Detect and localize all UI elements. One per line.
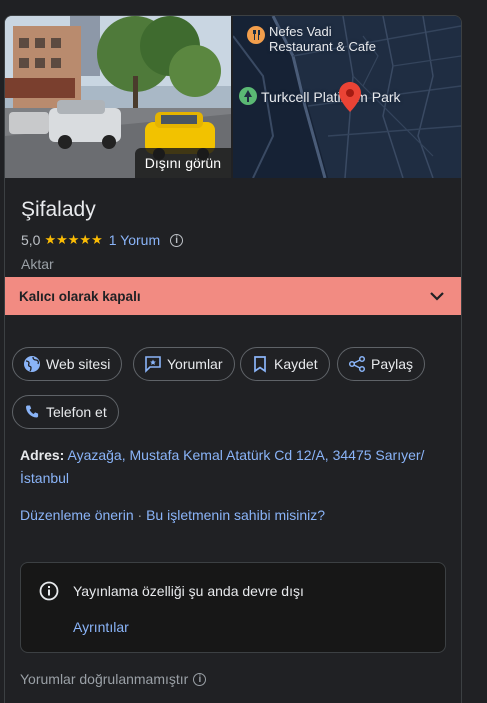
- rating-value: 5,0: [21, 232, 41, 248]
- reviews-link[interactable]: 1 Yorum: [109, 232, 160, 248]
- info-icon[interactable]: i: [170, 233, 184, 247]
- bookmark-icon: [254, 356, 266, 373]
- place-name: Şifalady: [21, 198, 96, 221]
- share-label: Paylaş: [371, 356, 414, 372]
- save-button[interactable]: Kaydet: [240, 347, 330, 381]
- call-label: Telefon et: [46, 404, 107, 420]
- edit-links-row: Düzenleme önerin · Bu işletmenin sahibi …: [20, 507, 325, 523]
- view-outside-button[interactable]: Dışını görün: [134, 148, 231, 178]
- website-button[interactable]: Web sitesi: [12, 347, 123, 381]
- posting-disabled-notice: Yayınlama özelliği şu anda devre dışı Ay…: [20, 562, 446, 653]
- address-link[interactable]: Ayazağa, Mustafa Kemal Atatürk Cd 12/A, …: [20, 447, 424, 486]
- reviews-unverified-note: Yorumlar doğrulanmamıştır i: [20, 671, 207, 687]
- media-strip: Dışını görün Nefes Vadi Restaurant & Caf…: [5, 16, 461, 178]
- address-row: Adres: Ayazağa, Mustafa Kemal Atatürk Cd…: [20, 444, 440, 490]
- restaurant-icon: [247, 26, 265, 44]
- review-icon: [145, 356, 161, 373]
- phone-icon: [26, 405, 39, 418]
- info-icon[interactable]: i: [193, 672, 207, 686]
- suggest-edit-link[interactable]: Düzenleme önerin: [20, 507, 134, 523]
- map-pin-icon: [339, 82, 361, 112]
- save-label: Kaydet: [274, 356, 318, 372]
- star-rating-icon: ★★★★★: [44, 232, 103, 247]
- closed-status-label: Kalıcı olarak kapalı: [19, 288, 141, 304]
- footnote-text: Yorumlar doğrulanmamıştır: [20, 671, 189, 687]
- map-label-restaurant-line1: Nefes Vadi: [269, 24, 332, 39]
- reviews-button[interactable]: Yorumlar: [133, 347, 235, 381]
- reviews-label: Yorumlar: [167, 356, 223, 372]
- share-button[interactable]: Paylaş: [337, 347, 426, 381]
- share-icon: [348, 355, 366, 373]
- street-photo[interactable]: Dışını görün: [5, 16, 231, 178]
- park-icon: [239, 87, 257, 105]
- address-label: Adres:: [20, 447, 65, 463]
- info-circle-icon: [39, 581, 59, 601]
- rating-row: 5,0 ★★★★★ 1 Yorum i: [21, 231, 184, 249]
- place-category: Aktar: [21, 256, 54, 272]
- link-separator: ·: [137, 507, 143, 523]
- place-panel: Dışını görün Nefes Vadi Restaurant & Caf…: [4, 15, 462, 703]
- call-button[interactable]: Telefon et: [12, 395, 119, 429]
- claim-business-link[interactable]: Bu işletmenin sahibi misiniz?: [146, 507, 325, 523]
- notice-text: Yayınlama özelliği şu anda devre dışı: [73, 583, 304, 599]
- closed-status-banner[interactable]: Kalıcı olarak kapalı: [5, 277, 461, 315]
- globe-icon: [24, 356, 40, 372]
- map-label-park: Turkcell Platinum Park: [261, 89, 401, 105]
- details-link[interactable]: Ayrıntılar: [73, 619, 129, 635]
- map-thumbnail[interactable]: Nefes Vadi Restaurant & Cafe Turkcell Pl…: [233, 16, 461, 178]
- chevron-down-icon[interactable]: [427, 286, 447, 306]
- website-label: Web sitesi: [46, 356, 111, 372]
- map-label-restaurant-line2: Restaurant & Cafe: [269, 39, 376, 54]
